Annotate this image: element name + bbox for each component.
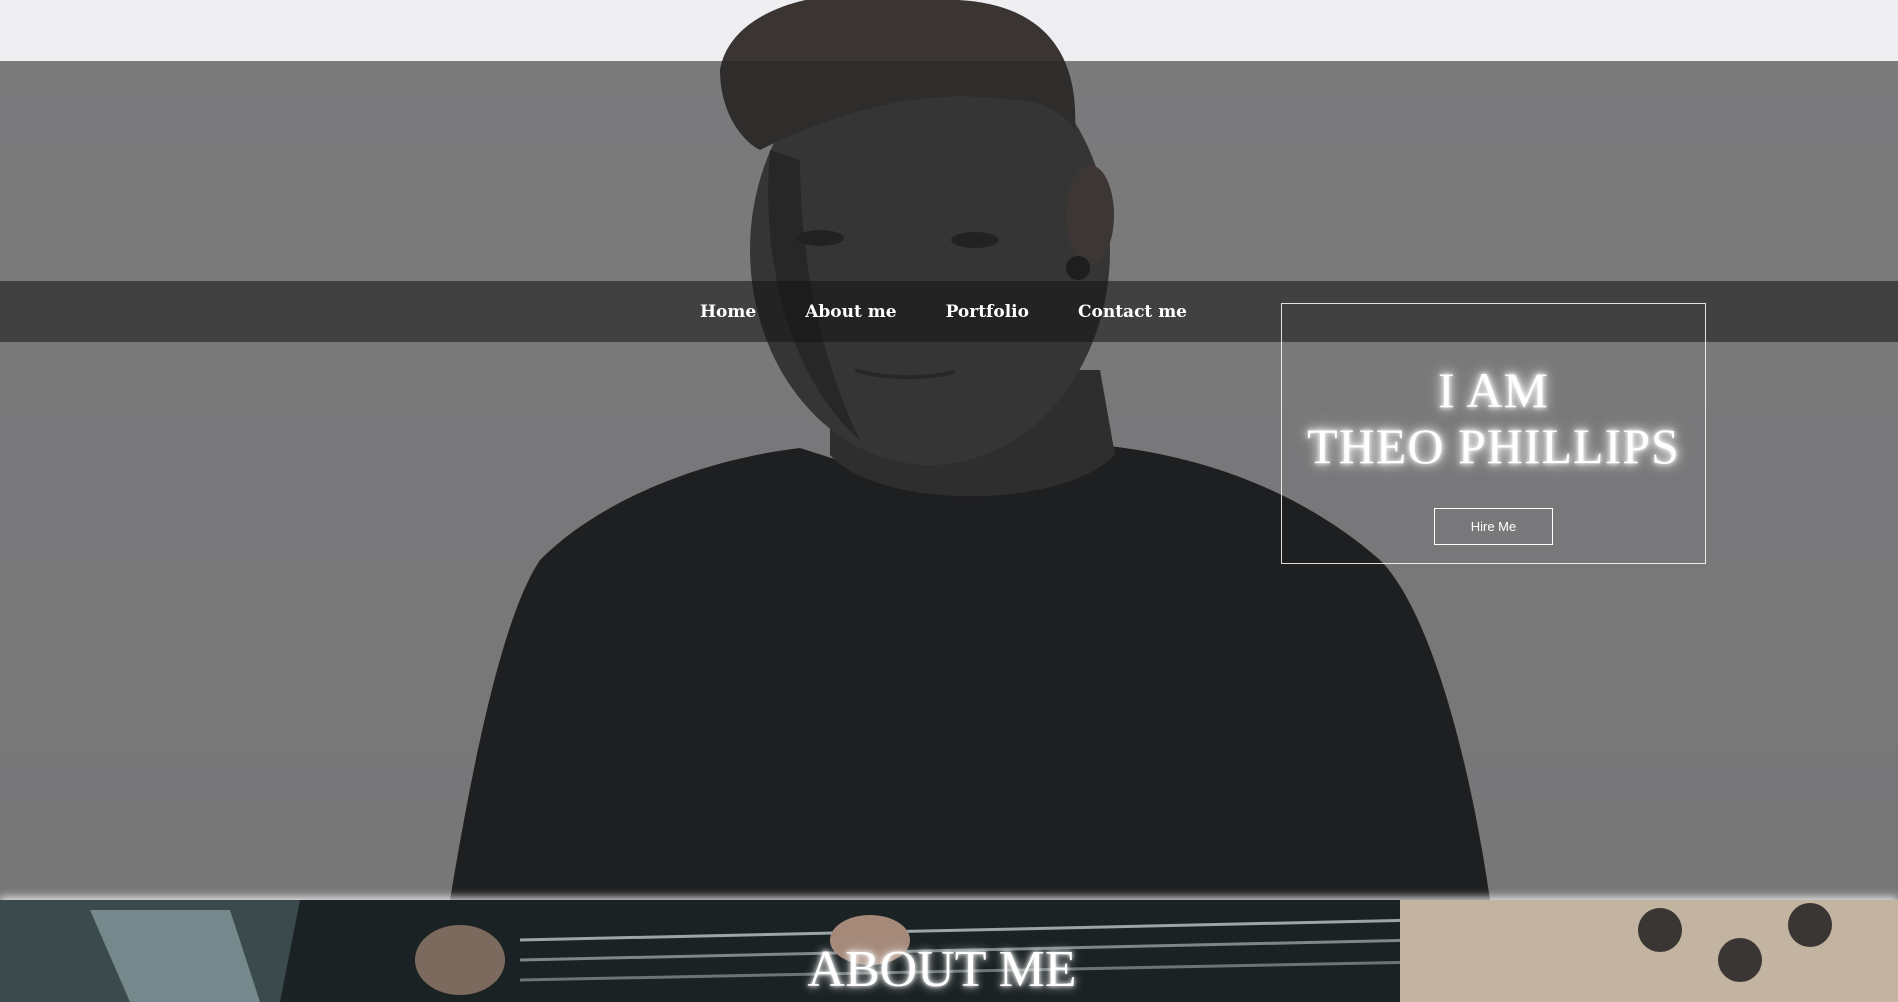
nav-links: Home About me Portfolio Contact me <box>700 281 1236 342</box>
hero-section: Home About me Portfolio Contact me I AM … <box>0 0 1898 900</box>
hire-me-button[interactable]: Hire Me <box>1434 508 1553 545</box>
nav-contact-link[interactable]: Contact me <box>1078 302 1187 322</box>
nav-portfolio-link[interactable]: Portfolio <box>946 302 1029 322</box>
nav-about-link[interactable]: About me <box>805 302 896 322</box>
intro-heading-name: THEO PHILLIPS <box>1307 418 1680 474</box>
about-section: ABOUT ME <box>0 900 1898 1002</box>
about-heading: ABOUT ME <box>807 941 1077 998</box>
nav-home-link[interactable]: Home <box>700 302 756 322</box>
intro-box: I AM THEO PHILLIPS Hire Me <box>1281 303 1706 564</box>
intro-heading-line1: I AM <box>1438 362 1549 418</box>
